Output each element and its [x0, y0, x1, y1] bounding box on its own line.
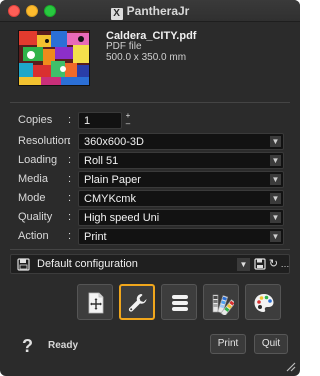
colon: : — [68, 114, 72, 126]
palette-tool-button[interactable] — [245, 284, 281, 320]
quit-button[interactable]: Quit — [254, 334, 288, 354]
file-type: PDF file — [106, 41, 142, 52]
colon: : — [68, 192, 72, 204]
stack-tool-button[interactable] — [161, 284, 197, 320]
setting-label: Action — [18, 230, 49, 242]
chevron-down-icon: ▼ — [270, 193, 281, 204]
setting-label: Quality — [18, 211, 53, 223]
app-logo-icon: X — [110, 8, 123, 20]
stack-icon — [172, 295, 188, 311]
copies-stepper[interactable]: + – — [124, 112, 132, 129]
palette-icon — [254, 294, 274, 312]
resize-grip-icon[interactable] — [282, 358, 296, 372]
chevron-down-icon: ▼ — [270, 174, 281, 185]
help-icon[interactable]: ? — [22, 336, 33, 357]
resolution-select[interactable]: 360x600-3D ▼ — [78, 133, 284, 150]
window-title: X PantheraJr — [0, 4, 300, 20]
print-button[interactable]: Print — [210, 334, 246, 354]
loading-select[interactable]: Roll 51 ▼ — [78, 152, 284, 169]
setting-label: Mode — [18, 192, 46, 204]
color-swatches-tool-button[interactable] — [203, 284, 239, 320]
setting-label: Loading — [18, 154, 58, 166]
setting-value: CMYKcmk — [84, 193, 136, 205]
window-title-text: PantheraJr — [126, 4, 190, 18]
setting-row-media: Media : Plain Paper ▼ — [18, 171, 284, 189]
media-select[interactable]: Plain Paper ▼ — [78, 171, 284, 188]
setting-value: High speed Uni — [84, 212, 160, 224]
tool-toolbar — [0, 284, 300, 322]
file-thumbnail — [18, 30, 90, 86]
configuration-bar: Default configuration ▼ ↻ … — [10, 254, 290, 274]
status-text: Ready — [48, 340, 79, 351]
title-bar: X PantheraJr — [0, 0, 300, 22]
save-icon[interactable] — [253, 258, 266, 271]
file-size: 500.0 x 350.0 mm — [106, 52, 187, 63]
copies-input[interactable]: 1 — [78, 112, 122, 129]
app-window: X PantheraJr Caldera_CITY.pdf PDF file 5… — [0, 0, 300, 376]
swatches-icon — [212, 294, 234, 315]
colon: : — [68, 135, 72, 147]
file-info: Caldera_CITY.pdf PDF file 500.0 x 350.0 … — [10, 22, 290, 102]
divider — [10, 102, 290, 103]
copies-label: Copies — [18, 114, 53, 126]
action-select[interactable]: Print ▼ — [78, 228, 284, 245]
divider — [10, 249, 290, 250]
page-layout-icon — [88, 292, 104, 314]
setting-value: Print — [84, 231, 107, 243]
configuration-icon — [17, 258, 30, 271]
page-layout-tool-button[interactable] — [77, 284, 113, 320]
chevron-down-icon: ▼ — [270, 136, 281, 147]
decrement-icon[interactable]: – — [124, 120, 132, 128]
chevron-down-icon: ▼ — [270, 231, 281, 242]
chevron-down-icon: ▼ — [270, 155, 281, 166]
copies-row: Copies : 1 + – — [18, 112, 284, 130]
colon: : — [68, 211, 72, 223]
chevron-down-icon: ▼ — [270, 212, 281, 223]
setting-row-loading: Loading : Roll 51 ▼ — [18, 152, 284, 170]
copies-value: 1 — [84, 115, 91, 127]
configuration-value[interactable]: Default configuration — [37, 258, 138, 270]
setting-label: Resolution — [18, 135, 70, 147]
setting-value: Plain Paper — [84, 174, 141, 186]
setting-row-quality: Quality : High speed Uni ▼ — [18, 209, 284, 227]
wrench-icon — [128, 294, 147, 312]
status-bar: ? Ready Print Quit — [0, 330, 300, 376]
more-icon[interactable]: … — [280, 258, 290, 271]
setting-value: Roll 51 — [84, 155, 119, 167]
colon: : — [68, 173, 72, 185]
colon: : — [68, 230, 72, 242]
setting-row-resolution: Resolution : 360x600-3D ▼ — [18, 133, 284, 151]
colon: : — [68, 154, 72, 166]
chevron-down-icon[interactable]: ▼ — [237, 258, 250, 271]
quality-select[interactable]: High speed Uni ▼ — [78, 209, 284, 226]
setting-row-action: Action : Print ▼ — [18, 228, 284, 246]
refresh-icon[interactable]: ↻ — [267, 258, 280, 271]
settings-tool-button[interactable] — [119, 284, 155, 320]
setting-label: Media — [18, 173, 48, 185]
mode-select[interactable]: CMYKcmk ▼ — [78, 190, 284, 207]
setting-value: 360x600-3D — [84, 136, 144, 148]
setting-row-mode: Mode : CMYKcmk ▼ — [18, 190, 284, 208]
